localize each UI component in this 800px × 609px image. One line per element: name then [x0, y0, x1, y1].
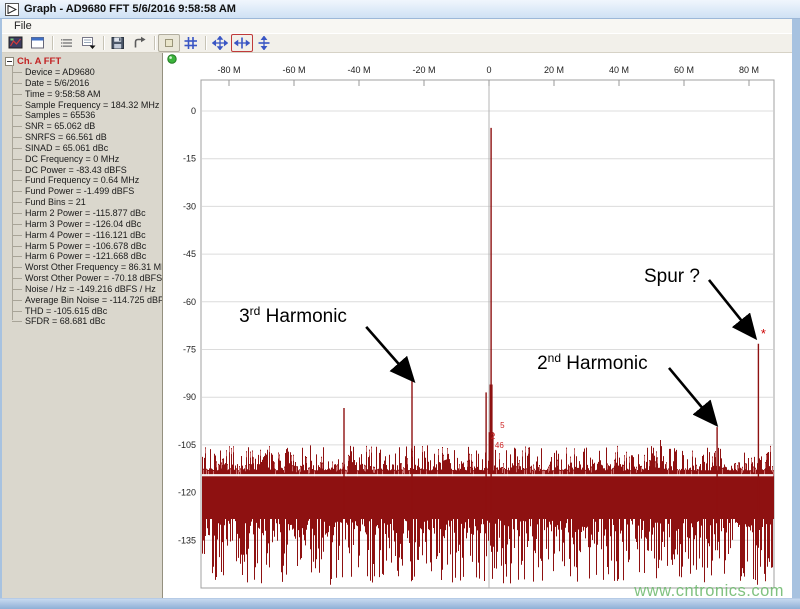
- autoscale-y-button[interactable]: [253, 34, 275, 52]
- single-view-icon: [165, 39, 173, 47]
- tree-item[interactable]: Harm 3 Power = -126.04 dBc: [12, 219, 162, 230]
- svg-text:-90: -90: [183, 392, 196, 402]
- toolbar-separator: [52, 36, 53, 50]
- app-logo-icon: [5, 2, 19, 16]
- svg-text:20 M: 20 M: [544, 65, 564, 75]
- parameter-tree-panel: Ch. A FFT Device = AD9680 Date = 5/6/2016…: [2, 53, 163, 598]
- tree-item[interactable]: Harm 2 Power = -115.877 dBc: [12, 208, 162, 219]
- svg-text:0: 0: [486, 65, 491, 75]
- single-view-button[interactable]: [158, 34, 180, 52]
- svg-text:-15: -15: [183, 154, 196, 164]
- export-button[interactable]: [129, 34, 151, 52]
- svg-text:-40 M: -40 M: [347, 65, 370, 75]
- tree-item[interactable]: Noise / Hz = -149.216 dBFS / Hz: [12, 284, 162, 295]
- grid-toggle-button[interactable]: [180, 34, 202, 52]
- svg-text:40 M: 40 M: [609, 65, 629, 75]
- bin-label: 46: [495, 441, 504, 450]
- tree-item[interactable]: DC Power = -83.43 dBFS: [12, 165, 162, 176]
- svg-text:Spur ?: Spur ?: [644, 266, 700, 287]
- tree-item[interactable]: SINAD = 65.061 dBc: [12, 143, 162, 154]
- autoscale-button[interactable]: [209, 34, 231, 52]
- bin-label: 5: [500, 421, 505, 430]
- svg-text:-60 M: -60 M: [282, 65, 305, 75]
- svg-text:60 M: 60 M: [674, 65, 694, 75]
- tree-item[interactable]: Worst Other Frequency = 86.31 MHz: [12, 262, 162, 273]
- app-window: Graph - AD9680 FFT 5/6/2016 9:58:58 AM F…: [0, 0, 800, 609]
- toolbar-separator: [205, 36, 206, 50]
- fft-plot[interactable]: * 5246 -80 M -60 M -40 M -20 M 0 20 M 40 M 60 M 80…: [163, 53, 792, 598]
- export-icon: [134, 36, 146, 48]
- save-icon: [111, 37, 124, 49]
- tree-item[interactable]: Harm 5 Power = -106.678 dBc: [12, 241, 162, 252]
- tree-root[interactable]: Ch. A FFT: [5, 56, 162, 67]
- svg-text:-45: -45: [183, 249, 196, 259]
- status-led-icon: [167, 54, 177, 64]
- autoscale-x-icon: [234, 37, 250, 49]
- svg-text:80 M: 80 M: [739, 65, 759, 75]
- tree-item[interactable]: DC Frequency = 0 MHz: [12, 154, 162, 165]
- tree-item[interactable]: Device = AD9680: [12, 67, 162, 78]
- cursor-picker-button[interactable]: [78, 34, 100, 52]
- toolbar-separator: [154, 36, 155, 50]
- svg-text:*: *: [761, 326, 766, 341]
- toolbar: [2, 33, 792, 53]
- tree-item[interactable]: Worst Other Power = -70.18 dBFS: [12, 273, 162, 284]
- list-view-icon: [61, 39, 72, 47]
- tree-item[interactable]: Sample Frequency = 184.32 MHz: [12, 100, 162, 111]
- list-view-button[interactable]: [56, 34, 78, 52]
- bin-label: 2: [491, 432, 496, 441]
- param-tree-items: Device = AD9680 Date = 5/6/2016 Time = 9:5…: [12, 65, 162, 327]
- svg-text:0: 0: [191, 106, 196, 116]
- tree-root-label: Ch. A FFT: [17, 56, 62, 67]
- tree-item[interactable]: Harm 4 Power = -116.121 dBc: [12, 230, 162, 241]
- tree-item[interactable]: Date = 5/6/2016: [12, 78, 162, 89]
- new-graph-icon: [8, 36, 23, 49]
- svg-text:-105: -105: [178, 440, 196, 450]
- cursor-picker-icon: [82, 37, 96, 49]
- svg-text:-135: -135: [178, 535, 196, 545]
- tree-item[interactable]: Samples = 65536: [12, 110, 162, 121]
- tree-item[interactable]: SNRFS = 66.561 dB: [12, 132, 162, 143]
- new-graph-button[interactable]: [5, 34, 27, 52]
- tree-item[interactable]: SNR = 65.062 dB: [12, 121, 162, 132]
- svg-text:-60: -60: [183, 297, 196, 307]
- window-title: Graph - AD9680 FFT 5/6/2016 9:58:58 AM: [24, 3, 236, 15]
- tree-item[interactable]: SFDR = 68.681 dBc: [12, 316, 162, 327]
- svg-text:-120: -120: [178, 488, 196, 498]
- title-bar[interactable]: Graph - AD9680 FFT 5/6/2016 9:58:58 AM: [0, 0, 800, 19]
- save-button[interactable]: [107, 34, 129, 52]
- svg-text:-80 M: -80 M: [217, 65, 240, 75]
- tree-item[interactable]: Fund Frequency = 0.64 MHz: [12, 175, 162, 186]
- tree-item[interactable]: Fund Power = -1.499 dBFS: [12, 186, 162, 197]
- tree-item[interactable]: THD = -105.615 dBc: [12, 306, 162, 317]
- autoscale-x-button[interactable]: [231, 34, 253, 52]
- menu-file[interactable]: File: [10, 19, 36, 33]
- autoscale-icon: [212, 36, 228, 50]
- tree-item[interactable]: Fund Bins = 21: [12, 197, 162, 208]
- tree-item[interactable]: Time = 9:58:58 AM: [12, 89, 162, 100]
- menu-bar: File: [2, 19, 792, 33]
- tree-item[interactable]: Average Bin Noise = -114.725 dBFS: [12, 295, 162, 306]
- toolbar-separator: [103, 36, 104, 50]
- svg-text:-20 M: -20 M: [412, 65, 435, 75]
- grid-icon: [184, 37, 197, 49]
- new-form-icon: [31, 37, 44, 49]
- plot-panel: * 5 2 46 -80 M -60 M -40 M -20 M 0 20 M 40 M 60 M 80…: [163, 53, 792, 598]
- autoscale-y-icon: [258, 36, 270, 50]
- svg-text:-75: -75: [183, 345, 196, 355]
- window-bottom-frame: [0, 598, 800, 609]
- tree-item[interactable]: Harm 6 Power = -121.668 dBc: [12, 251, 162, 262]
- svg-text:-30: -30: [183, 201, 196, 211]
- new-form-button[interactable]: [27, 34, 49, 52]
